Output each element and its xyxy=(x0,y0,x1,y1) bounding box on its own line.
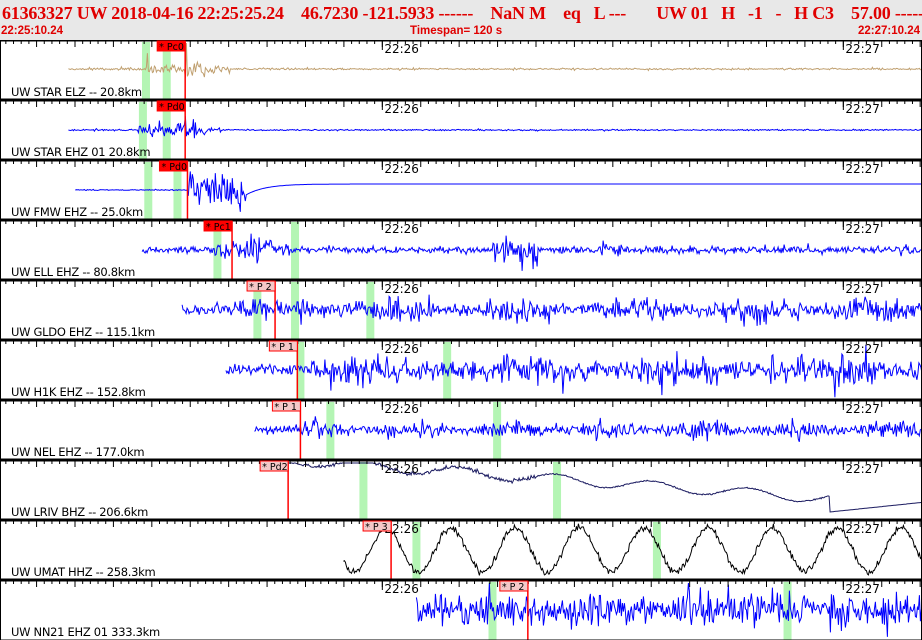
pick-label: * Pc0 xyxy=(159,42,184,53)
pick-flag[interactable]: * Pc1 xyxy=(203,220,233,233)
pick-flag[interactable]: * P 3 xyxy=(362,520,392,533)
waveform-trace xyxy=(68,116,922,139)
pick-flag[interactable]: * P 1 xyxy=(268,340,298,353)
event-summary: 61363327 UW 2018-04-16 22:25:25.24 46.72… xyxy=(2,3,922,23)
time-tick-label: 22:27 xyxy=(845,402,880,416)
pick-label: * P 3 xyxy=(365,522,388,533)
channel-label: UW FMW EHZ -- 25.0km xyxy=(11,205,143,219)
pick-flag[interactable]: * Pd2 xyxy=(259,460,289,473)
channel-panel[interactable]: 22:26 22:27 * Pc1 UW ELL EHZ -- 80.8km xyxy=(0,218,922,280)
channel-panel[interactable]: 22:26 22:27* P 3UW UMAT HHZ -- 258.3km xyxy=(0,518,922,580)
channel-label: UW STAR ELZ -- 20.8km xyxy=(11,85,142,99)
waveform-trace xyxy=(254,416,922,442)
pick-label: * Pc1 xyxy=(206,222,231,233)
time-tick-label: 22:27 xyxy=(845,162,880,176)
time-tick-label: 22:27 xyxy=(845,342,880,356)
channel-label: UW ELL EHZ -- 80.8km xyxy=(11,265,135,279)
channel-label: UW NEL EHZ -- 177.0km xyxy=(11,445,144,459)
time-tick-label: 22:27 xyxy=(845,42,880,56)
time-tick-label: 22:27 xyxy=(845,462,880,476)
waveform-trace xyxy=(141,233,922,271)
pick-label: * Pd2 xyxy=(262,462,288,473)
channel-label: UW H1K EHZ -- 152.8km xyxy=(11,385,146,399)
time-tick-label: 22:26 xyxy=(384,342,419,356)
waveform-trace xyxy=(288,462,922,513)
channel-label: UW UMAT HHZ -- 258.3km xyxy=(11,565,156,579)
pick-band xyxy=(652,522,661,580)
pick-flag[interactable]: * Pd0 xyxy=(156,100,186,113)
time-tick-label: 22:27 xyxy=(845,582,880,596)
time-tick-label: 22:26 xyxy=(384,282,419,296)
start-time: 22:25:10.24 xyxy=(1,25,64,37)
channel-panel[interactable]: 22:26 22:27 * Pd0 UW FMW EHZ -- 25.0km xyxy=(0,158,922,220)
pick-band xyxy=(359,462,368,520)
time-tick-label: 22:26 xyxy=(384,222,419,236)
time-tick-label: 22:27 xyxy=(845,102,880,116)
pick-label: * Pd0 xyxy=(161,162,187,173)
channel-label: UW LRIV BHZ -- 206.6km xyxy=(11,505,148,519)
pick-band xyxy=(553,462,562,520)
waveform-trace xyxy=(75,171,922,212)
channel-panel[interactable]: 22:26 22:27 * P 2 UW NN21 EHZ 01 333.3km xyxy=(0,578,922,640)
channel-panel[interactable]: 22:26 22:27 * P 2 UW GLDO EHZ -- 115.1km xyxy=(0,278,922,340)
waveform-trace xyxy=(343,523,922,576)
time-tick-label: 22:26 xyxy=(384,102,419,116)
pick-label: * P 2 xyxy=(502,582,525,593)
waveform-trace xyxy=(225,344,922,398)
waveform-trace xyxy=(68,42,922,79)
channel-label: UW GLDO EHZ -- 115.1km xyxy=(11,325,155,339)
time-tick-label: 22:27 xyxy=(845,522,880,536)
time-tick-label: 22:27 xyxy=(845,282,880,296)
pick-flag[interactable]: * P 1 xyxy=(271,400,301,413)
channel-panel[interactable]: 22:26 22:27 * Pc0 UW STAR ELZ -- 20.8km xyxy=(0,40,922,100)
pick-flag[interactable]: * P 2 xyxy=(246,280,276,293)
pick-flag[interactable]: * Pc0 xyxy=(156,40,186,53)
pick-band xyxy=(144,162,153,220)
channel-label: UW STAR EHZ 01 20.8km xyxy=(11,145,150,159)
pick-label: * Pd0 xyxy=(159,102,185,113)
time-tick-label: 22:26 xyxy=(384,42,419,56)
timespan-label: Timespan= 120 s xyxy=(410,25,503,37)
pick-flag[interactable]: * P 2 xyxy=(499,580,529,593)
time-tick-label: 22:26 xyxy=(384,162,419,176)
channel-panel[interactable]: 22:26 22:27 * Pd0 UW STAR EHZ 01 20.8km xyxy=(0,98,922,160)
pick-band xyxy=(291,282,300,340)
time-tick-label: 22:26 xyxy=(384,402,419,416)
time-tick-label: 22:26 xyxy=(384,582,419,596)
event-header: 61363327 UW 2018-04-16 22:25:25.24 46.72… xyxy=(0,0,922,40)
channel-label: UW NN21 EHZ 01 333.3km xyxy=(11,625,160,639)
channel-panel[interactable]: 22:26 22:27 * Pd2 UW LRIV BHZ -- 206.6km xyxy=(0,458,922,520)
pick-label: * P 2 xyxy=(249,282,272,293)
pick-flag[interactable]: * Pd0 xyxy=(158,160,188,173)
time-tick-label: 22:26 xyxy=(384,462,419,476)
channel-panel[interactable]: 22:26 22:27 * P 1 UW H1K EHZ -- 152.8km xyxy=(0,338,922,400)
time-tick-label: 22:27 xyxy=(845,222,880,236)
pick-label: * P 1 xyxy=(271,342,294,353)
channel-panel[interactable]: 22:26 22:27 * P 1 UW NEL EHZ -- 177.0km xyxy=(0,398,922,460)
end-time: 22:27:10.24 xyxy=(857,25,920,37)
pick-label: * P 1 xyxy=(274,402,297,413)
seismogram-panels[interactable]: 22:26 22:27* Pc0UW STAR ELZ -- 20.8km22:2… xyxy=(0,40,922,640)
